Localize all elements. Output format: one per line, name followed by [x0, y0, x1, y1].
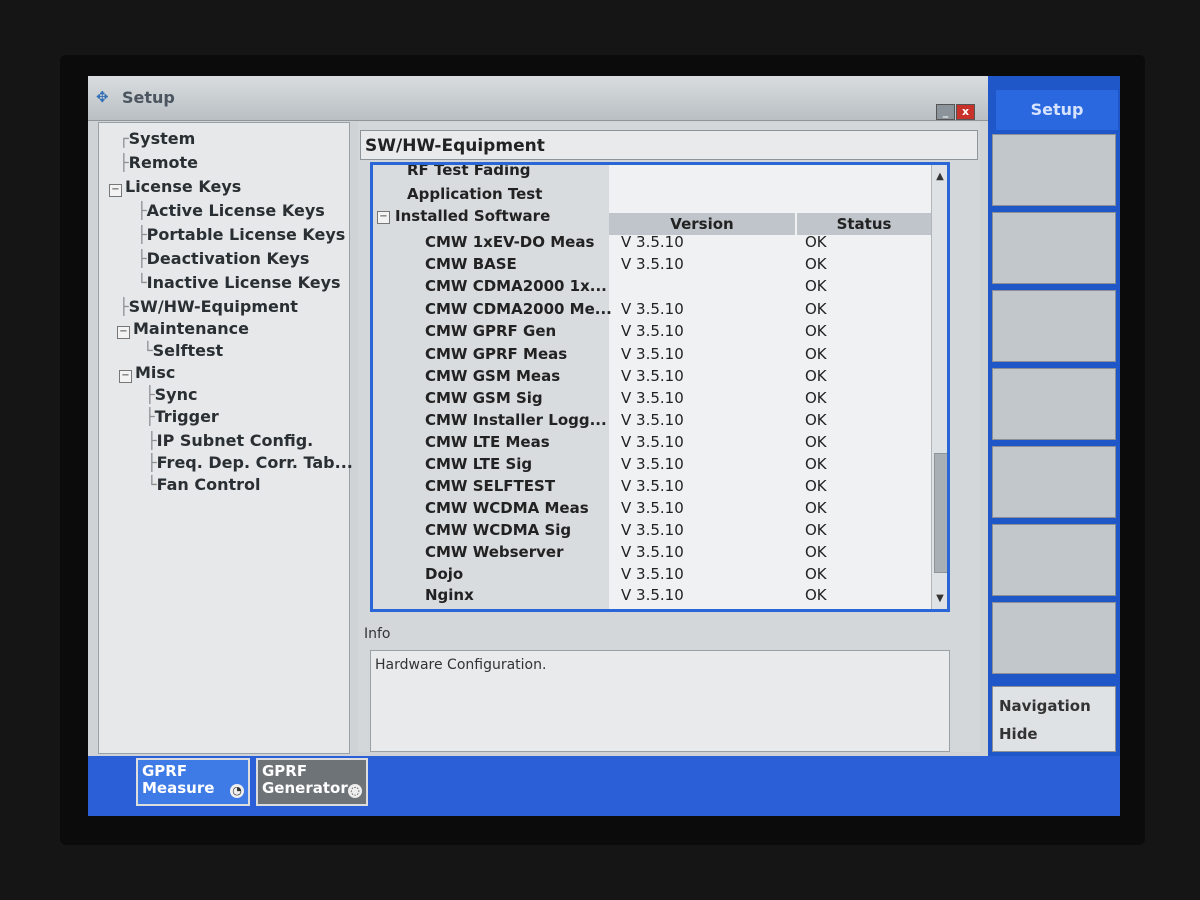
table-row[interactable]: CMW LTE Meas V 3.5.10 OK: [373, 433, 931, 455]
tree-item-selftest[interactable]: └Selftest: [143, 341, 223, 360]
tree-item-remote[interactable]: ├Remote: [119, 153, 198, 172]
task-gprf-generator[interactable]: GPRF Generator ◌: [256, 758, 368, 806]
setup-gear-icon: ✥: [96, 88, 109, 106]
table-row[interactable]: CMW GSM Sig V 3.5.10 OK: [373, 389, 931, 411]
section-header: SW/HW-Equipment: [360, 130, 978, 160]
generator-status-icon: ◌: [348, 784, 362, 798]
column-header-version[interactable]: Version: [609, 213, 795, 235]
tree-item-freq-dep-corr-tab[interactable]: ├Freq. Dep. Corr. Tab...: [147, 453, 353, 472]
softkey-4[interactable]: [992, 368, 1116, 440]
table-row[interactable]: CMW GPRF Meas V 3.5.10 OK: [373, 345, 931, 367]
close-button[interactable]: x: [956, 104, 975, 120]
software-list-body: RF Test Fading Application Test − Instal…: [373, 165, 931, 609]
navigation-hide-button[interactable]: Navigation Hide: [992, 686, 1116, 752]
dialog-titlebar: ✥ Setup _ x: [88, 76, 988, 121]
table-row[interactable]: Nginx V 3.5.10 OK: [373, 586, 931, 608]
collapse-icon[interactable]: −: [117, 326, 130, 339]
tree-item-maintenance[interactable]: − Maintenance: [117, 319, 249, 339]
row-name: RF Test Fading: [407, 162, 531, 179]
softkey-setup[interactable]: Setup: [996, 90, 1118, 130]
tree-item-sw-hw-equipment[interactable]: ├SW/HW-Equipment: [119, 297, 298, 316]
tree-item-fan-control[interactable]: └Fan Control: [147, 475, 261, 494]
tree-item-deactivation-keys[interactable]: ├Deactivation Keys: [137, 249, 309, 268]
minimize-button[interactable]: _: [936, 104, 955, 120]
info-label: Info: [364, 626, 391, 642]
info-box: Hardware Configuration.: [370, 650, 950, 752]
tree-item-ip-subnet-config[interactable]: ├IP Subnet Config.: [147, 431, 313, 450]
tree-item-portable-license-keys[interactable]: ├Portable License Keys: [137, 225, 345, 244]
table-row[interactable]: CMW GSM Meas V 3.5.10 OK: [373, 367, 931, 389]
softkey-2[interactable]: [992, 212, 1116, 284]
scroll-down-arrow-icon[interactable]: ▼: [932, 591, 947, 607]
tree-item-system[interactable]: ┌System: [119, 129, 195, 148]
table-row[interactable]: CMW WCDMA Meas V 3.5.10 OK: [373, 499, 931, 521]
table-row[interactable]: CMW 1xEV-DO Meas V 3.5.10 OK: [373, 233, 931, 255]
table-row[interactable]: CMW BASE V 3.5.10 OK: [373, 255, 931, 277]
table-row[interactable]: CMW CDMA2000 Me... V 3.5.10 OK: [373, 300, 931, 322]
tree-item-license-keys[interactable]: − License Keys: [109, 177, 241, 197]
setup-dialog: ✥ Setup _ x ┌System ├Remote − License Key…: [88, 76, 988, 756]
scroll-up-arrow-icon[interactable]: ▲: [932, 169, 947, 185]
table-row[interactable]: CMW GPRF Gen V 3.5.10 OK: [373, 322, 931, 344]
vertical-scrollbar[interactable]: ▲ ▼: [931, 165, 947, 609]
collapse-icon[interactable]: −: [109, 184, 122, 197]
table-row[interactable]: CMW WCDMA Sig V 3.5.10 OK: [373, 521, 931, 543]
measure-status-icon: ◔: [230, 784, 244, 798]
softkey-7[interactable]: [992, 602, 1116, 674]
softkey-panel: Setup Navigation Hide: [988, 76, 1120, 756]
task-line1: GPRF: [142, 762, 188, 780]
task-line2: Measure: [142, 779, 215, 797]
row-name: Installed Software: [395, 207, 551, 225]
task-line1: GPRF: [262, 762, 308, 780]
tree-item-sync[interactable]: ├Sync: [145, 385, 197, 404]
tree-item-active-license-keys[interactable]: ├Active License Keys: [137, 201, 325, 220]
table-row[interactable]: CMW SELFTEST V 3.5.10 OK: [373, 477, 931, 499]
softkey-3[interactable]: [992, 290, 1116, 362]
list-item-rf-test-fading[interactable]: RF Test Fading: [373, 162, 931, 183]
navigation-label: Navigation: [999, 697, 1091, 715]
table-row[interactable]: CMW LTE Sig V 3.5.10 OK: [373, 455, 931, 477]
list-item-application-test[interactable]: Application Test: [373, 185, 931, 207]
task-gprf-measure[interactable]: GPRF Measure ◔: [136, 758, 250, 806]
table-row[interactable]: CMW Webserver V 3.5.10 OK: [373, 543, 931, 565]
scrollbar-thumb[interactable]: [934, 453, 947, 573]
table-row[interactable]: CMW CDMA2000 1x... OK: [373, 277, 931, 299]
task-line2: Generator: [262, 779, 348, 797]
table-row[interactable]: CMW Installer Logg... V 3.5.10 OK: [373, 411, 931, 433]
software-list[interactable]: RF Test Fading Application Test − Instal…: [370, 162, 950, 612]
task-bar: GPRF Measure ◔ GPRF Generator ◌: [88, 756, 1120, 816]
hide-label: Hide: [999, 725, 1038, 743]
column-header-status[interactable]: Status: [797, 213, 931, 235]
table-row[interactable]: Dojo V 3.5.10 OK: [373, 565, 931, 587]
softkey-5[interactable]: [992, 446, 1116, 518]
row-name: Application Test: [407, 185, 543, 203]
tree-item-trigger[interactable]: ├Trigger: [145, 407, 219, 426]
collapse-icon[interactable]: −: [119, 370, 132, 383]
content-panel: SW/HW-Equipment RF Test Fading Applicati…: [358, 122, 980, 752]
tree-item-inactive-license-keys[interactable]: └Inactive License Keys: [137, 273, 341, 292]
setup-tree: ┌System ├Remote − License Keys ├Active Li…: [98, 122, 353, 754]
info-text: Hardware Configuration.: [375, 657, 547, 673]
collapse-icon[interactable]: −: [377, 211, 390, 224]
tree-item-misc[interactable]: − Misc: [119, 363, 175, 383]
dialog-title: Setup: [122, 88, 175, 107]
softkey-6[interactable]: [992, 524, 1116, 596]
instrument-screen: ✥ Setup _ x ┌System ├Remote − License Key…: [88, 76, 1120, 816]
softkey-1[interactable]: [992, 134, 1116, 206]
